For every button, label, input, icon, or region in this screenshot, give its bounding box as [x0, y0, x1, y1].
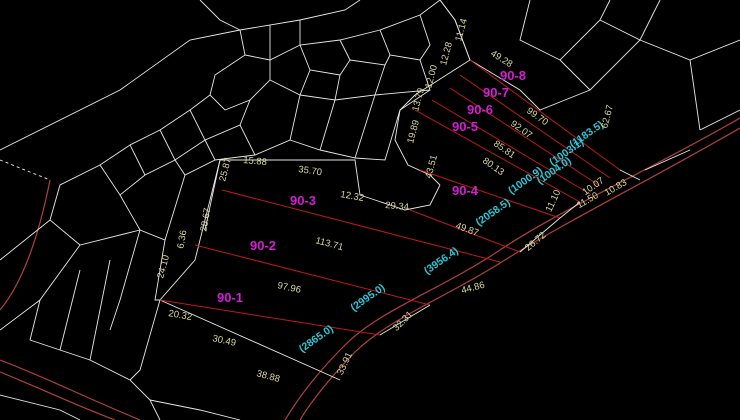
background-parcels — [0, 0, 740, 420]
dim-113-71: 113.71 — [314, 235, 344, 253]
cadastral-drawing: 90-8 90-7 90-6 90-5 90-4 90-3 90-2 90-1 … — [0, 0, 740, 420]
cad-viewport[interactable]: 90-8 90-7 90-6 90-5 90-4 90-3 90-2 90-1 … — [0, 0, 740, 420]
dim-85-81: 85.81 — [491, 138, 517, 161]
road-edge-outer — [284, 117, 740, 420]
road-edge-inner — [299, 127, 740, 420]
dim-44-86: 44.86 — [460, 280, 486, 297]
dim-29-34: 29.34 — [385, 200, 410, 213]
lot-label-90-7: 90-7 — [483, 85, 509, 100]
dim-28-67: 28.67 — [198, 207, 213, 232]
road-left — [0, 179, 51, 311]
road-bottom-left — [0, 359, 141, 420]
dim-19-89: 19.89 — [405, 119, 422, 145]
dim-24-10: 24.10 — [155, 254, 172, 280]
lot-label-90-6: 90-6 — [467, 102, 493, 117]
lot-label-90-1: 90-1 — [217, 290, 243, 305]
lot-label-90-5: 90-5 — [452, 119, 478, 134]
dim-20-32: 20.32 — [167, 308, 192, 323]
dim-6-36: 6.36 — [175, 229, 189, 249]
dim-49-28: 49.28 — [488, 48, 514, 70]
dashed-edge — [0, 159, 51, 181]
area-90-3: (3956.4) — [422, 245, 461, 277]
dim-35-70: 35.70 — [298, 164, 323, 178]
lot-label-90-2: 90-2 — [250, 238, 276, 253]
dim-10-83: 10.83 — [603, 177, 629, 198]
road-bottom-left-2 — [0, 371, 116, 420]
dim-12-32: 12.32 — [339, 189, 364, 204]
lot-label-90-3: 90-3 — [290, 193, 316, 208]
area-90-1: (2865.0) — [297, 323, 336, 355]
dim-12-28: 12.28 — [438, 41, 455, 67]
lot-label-90-8: 90-8 — [500, 68, 526, 83]
lot-label-90-4: 90-4 — [452, 183, 479, 198]
dim-38-88: 38.88 — [255, 368, 281, 385]
dim-92-07: 92.07 — [508, 118, 534, 141]
dim-13-79: 13.79 — [410, 87, 427, 113]
subdivision-boundary — [129, 0, 471, 381]
area-90-4: (2058.5) — [474, 196, 513, 228]
area-90-2: (2995.0) — [348, 282, 387, 314]
dim-62-67: 62.67 — [599, 104, 616, 130]
dim-15-88: 15.88 — [243, 155, 268, 168]
dim-33-91: 33.91 — [335, 351, 355, 377]
dim-97-96: 97.96 — [276, 280, 302, 296]
lot-side-lines — [379, 169, 641, 336]
dim-12-00: 12.00 — [423, 64, 440, 90]
dim-30-49: 30.49 — [211, 333, 237, 349]
dim-11-10: 11.10 — [544, 188, 564, 214]
